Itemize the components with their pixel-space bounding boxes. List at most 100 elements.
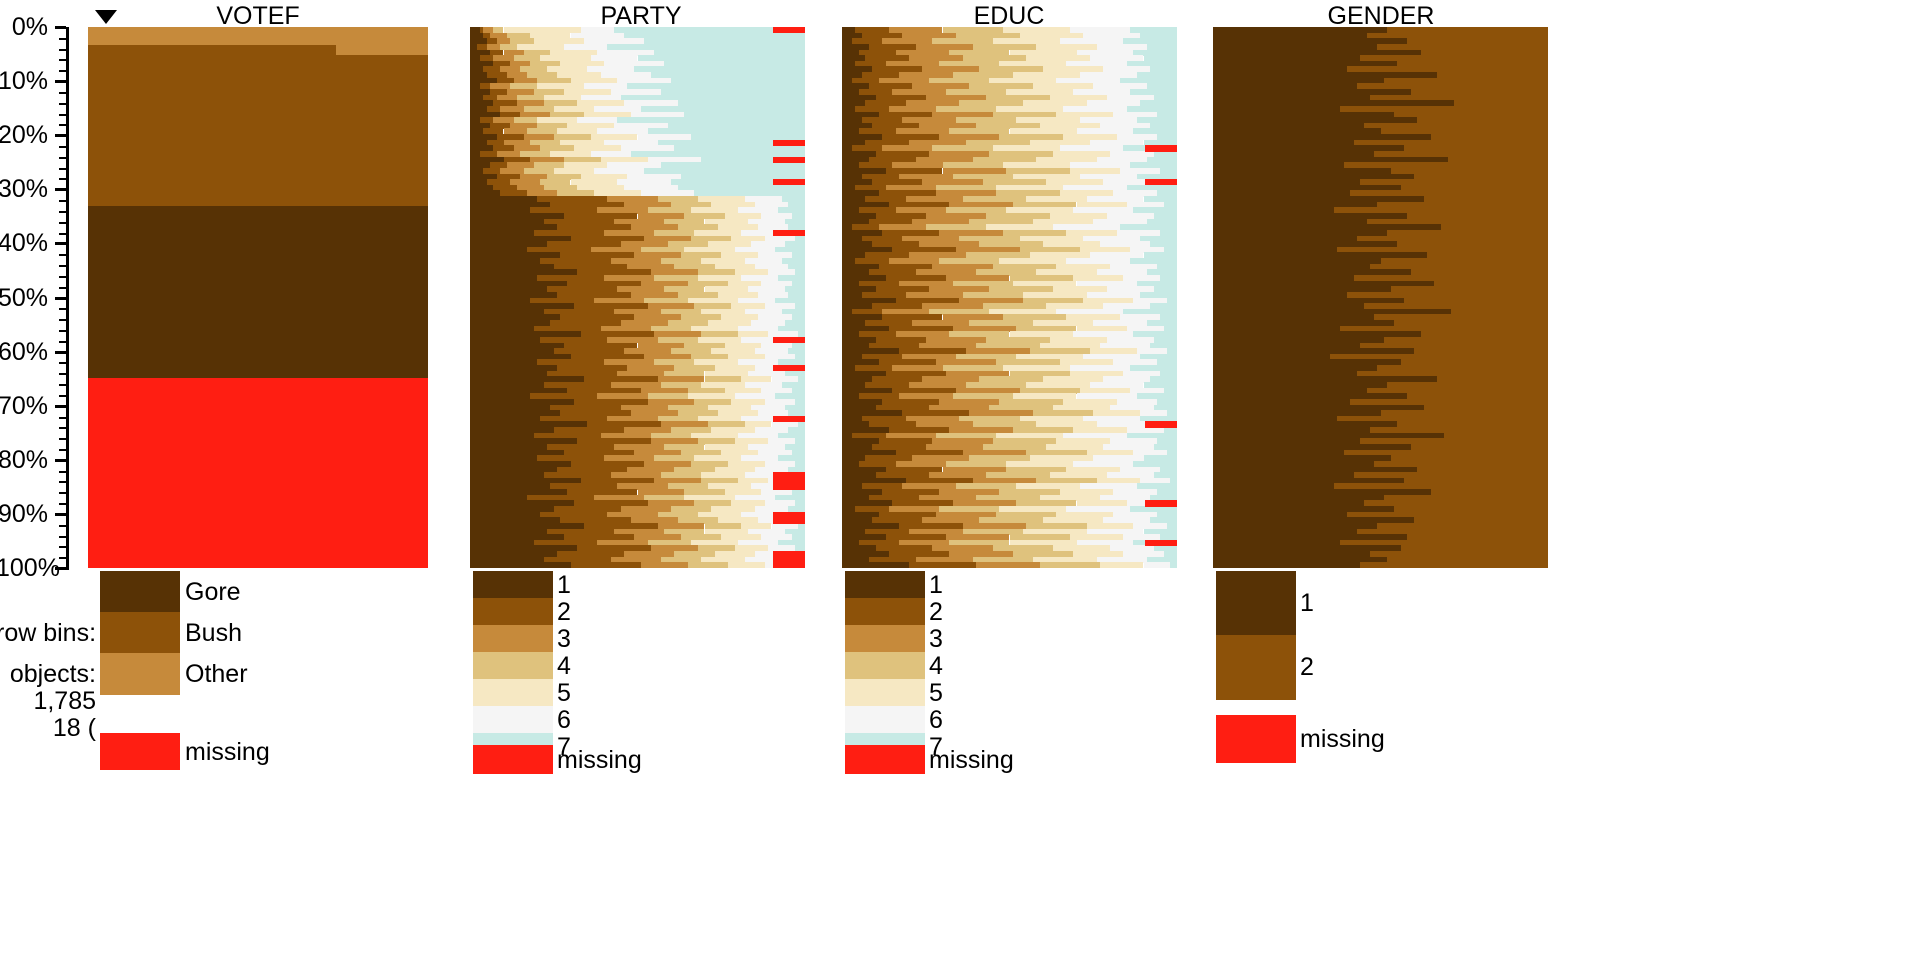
heatmap-segment bbox=[909, 562, 976, 568]
heatmap-segment bbox=[1170, 562, 1177, 568]
legend-swatch-educ-1[interactable] bbox=[845, 571, 925, 599]
legend-swatch-votef-other[interactable] bbox=[100, 653, 180, 695]
axis-minor-tick bbox=[59, 503, 66, 506]
axis-minor-tick bbox=[59, 329, 66, 332]
plot-party[interactable] bbox=[470, 27, 805, 568]
axis-minor-tick bbox=[59, 221, 66, 224]
panel-title-educ: EDUC bbox=[973, 2, 1045, 30]
axis-minor-tick bbox=[59, 124, 66, 127]
missing-marker[interactable] bbox=[773, 336, 805, 344]
missing-marker[interactable] bbox=[773, 562, 805, 568]
legend-swatch-party-2[interactable] bbox=[473, 598, 553, 626]
legend-label-party-4: 4 bbox=[557, 651, 571, 680]
missing-marker[interactable] bbox=[773, 365, 805, 372]
legend-swatch-party-6[interactable] bbox=[473, 706, 553, 734]
votef-band-Gore[interactable] bbox=[88, 205, 428, 379]
axis-minor-tick bbox=[59, 557, 66, 560]
missing-marker[interactable] bbox=[773, 139, 805, 146]
legend-label-gender-1: 1 bbox=[1300, 589, 1314, 617]
legend-label-educ-missing: missing bbox=[929, 745, 1014, 774]
axis-minor-tick bbox=[59, 546, 66, 549]
missing-marker[interactable] bbox=[773, 229, 805, 237]
heatmap-segment bbox=[640, 562, 688, 568]
visualization-canvas: 0% 10% 20% 30% 40% 50% 60% 70% 80% 90% 100% VOTEF P… bbox=[0, 0, 1920, 960]
axis-minor-tick bbox=[59, 492, 66, 495]
legend-swatch-gender-2[interactable] bbox=[1216, 635, 1296, 700]
axis-minor-tick bbox=[59, 438, 66, 441]
percent-axis: 0% 10% 20% 30% 40% 50% 60% 70% 80% 90% 100% bbox=[0, 0, 88, 960]
legend-label-educ-4: 4 bbox=[929, 651, 943, 680]
legend-label-party-1: 1 bbox=[557, 570, 571, 599]
missing-marker[interactable] bbox=[1145, 500, 1177, 507]
missing-marker[interactable] bbox=[773, 517, 805, 524]
legend-swatch-votef-gore[interactable] bbox=[100, 571, 180, 613]
legend-swatch-votef-bush[interactable] bbox=[100, 612, 180, 654]
axis-major-tick bbox=[55, 134, 66, 138]
axis-minor-tick bbox=[59, 59, 66, 62]
heatmap-segment bbox=[1099, 562, 1144, 568]
missing-marker[interactable] bbox=[1145, 539, 1177, 547]
legend-swatch-gender-missing[interactable] bbox=[1216, 715, 1296, 763]
votef-band-bush-step bbox=[88, 45, 337, 56]
legend-swatch-educ-5[interactable] bbox=[845, 679, 925, 707]
axis-minor-tick bbox=[59, 254, 66, 257]
heatmap-segment bbox=[1143, 562, 1171, 568]
axis-major-tick bbox=[55, 188, 66, 192]
missing-marker[interactable] bbox=[773, 483, 805, 490]
missing-marker[interactable] bbox=[1145, 145, 1177, 152]
heatmap-segment bbox=[842, 562, 909, 568]
panel-title-gender: GENDER bbox=[1327, 2, 1435, 30]
legend-swatch-educ-6[interactable] bbox=[845, 706, 925, 734]
axis-minor-tick bbox=[59, 70, 66, 73]
plot-gender[interactable] bbox=[1213, 27, 1548, 568]
legend-swatch-party-3[interactable] bbox=[473, 625, 553, 653]
heatmap-row[interactable] bbox=[470, 562, 805, 568]
axis-minor-tick bbox=[59, 113, 66, 116]
heatmap-segment bbox=[570, 562, 641, 568]
missing-marker[interactable] bbox=[773, 156, 805, 163]
legend-swatch-educ-missing[interactable] bbox=[845, 745, 925, 774]
axis-minor-tick bbox=[59, 308, 66, 311]
votef-band-Bush[interactable] bbox=[88, 55, 428, 206]
legend-label-votef-other: Other bbox=[185, 659, 248, 688]
axis-minor-tick bbox=[59, 178, 66, 181]
legend-swatch-gender-1[interactable] bbox=[1216, 571, 1296, 636]
axis-minor-tick bbox=[59, 102, 66, 105]
axis-minor-tick bbox=[59, 286, 66, 289]
heatmap-row[interactable] bbox=[1213, 562, 1548, 568]
axis-tick-label: 70% bbox=[0, 391, 48, 420]
missing-marker[interactable] bbox=[773, 415, 805, 423]
axis-minor-tick bbox=[59, 48, 66, 51]
missing-marker[interactable] bbox=[1145, 421, 1177, 428]
heatmap-row[interactable] bbox=[842, 562, 1177, 568]
axis-minor-tick bbox=[59, 319, 66, 322]
legend-label-gender-2: 2 bbox=[1300, 653, 1314, 681]
missing-marker[interactable] bbox=[773, 27, 805, 34]
legend-swatch-party-1[interactable] bbox=[473, 571, 553, 599]
legend-label-educ-1: 1 bbox=[929, 570, 943, 599]
legend-swatch-party-4[interactable] bbox=[473, 652, 553, 680]
votef-band-missing[interactable] bbox=[88, 378, 428, 568]
axis-minor-tick bbox=[59, 232, 66, 235]
legend-swatch-party-missing[interactable] bbox=[473, 745, 553, 774]
missing-marker[interactable] bbox=[773, 179, 805, 186]
plot-educ[interactable] bbox=[842, 27, 1177, 568]
legend-swatch-educ-4[interactable] bbox=[845, 652, 925, 680]
axis-minor-tick bbox=[59, 524, 66, 527]
sort-descending-icon[interactable] bbox=[95, 10, 117, 24]
legend-label-party-5: 5 bbox=[557, 678, 571, 707]
axis-minor-tick bbox=[59, 535, 66, 538]
missing-marker[interactable] bbox=[1145, 179, 1177, 186]
axis-minor-tick bbox=[59, 373, 66, 376]
legend-swatch-educ-3[interactable] bbox=[845, 625, 925, 653]
axis-minor-tick bbox=[59, 275, 66, 278]
legend-swatch-party-5[interactable] bbox=[473, 679, 553, 707]
axis-minor-tick bbox=[59, 200, 66, 203]
legend-swatch-votef-missing[interactable] bbox=[100, 733, 180, 770]
axis-minor-tick bbox=[59, 146, 66, 149]
plot-votef[interactable] bbox=[88, 27, 428, 568]
axis-major-tick bbox=[55, 512, 66, 516]
heatmap-segment bbox=[1360, 562, 1548, 568]
legend-label-educ-5: 5 bbox=[929, 678, 943, 707]
legend-swatch-educ-2[interactable] bbox=[845, 598, 925, 626]
